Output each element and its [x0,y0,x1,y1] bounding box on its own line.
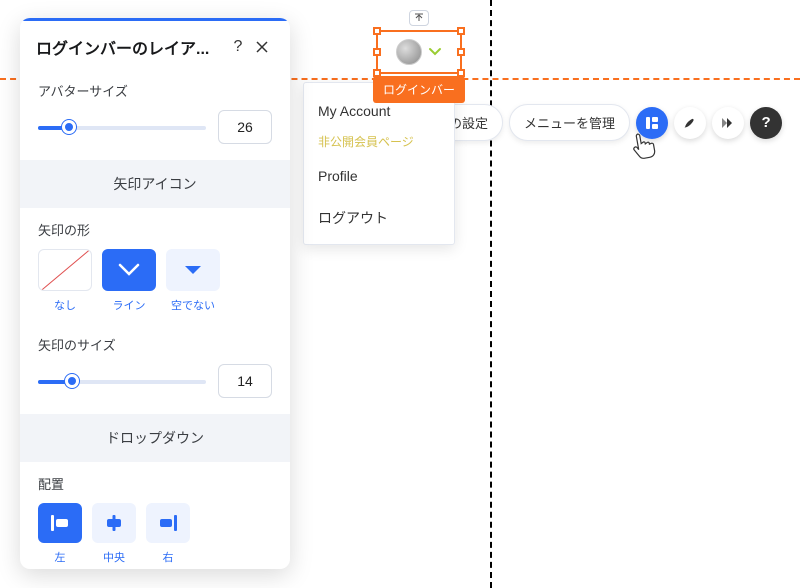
align-right[interactable]: 右 [146,503,190,565]
align-section: 配置 左 中央 右 [20,462,290,569]
arrow-size-label: 矢印のサイズ [38,335,272,354]
dropdown-item-profile[interactable]: Profile [304,156,454,196]
login-bar-element[interactable]: ログインバー [376,30,462,74]
dropdown-section-heading: ドロップダウン [20,414,290,462]
arrow-size-slider[interactable] [38,372,206,390]
align-label: 配置 [38,474,272,493]
align-left[interactable]: 左 [38,503,82,565]
chevron-down-icon [428,44,442,60]
resize-handle[interactable] [457,27,465,35]
login-dropdown-menu: My Account 非公開会員ページ Profile ログアウト [303,82,455,245]
manage-menu-button[interactable]: メニューを管理 [509,104,630,141]
resize-handle[interactable] [373,48,381,56]
login-bar-layout-panel: ログインバーのレイア... ? アバターサイズ 矢印アイコン 矢印の形 なし [20,18,290,569]
avatar-size-input[interactable] [218,110,272,144]
arrow-shape-fill[interactable]: 空でない [166,249,220,313]
resize-handle[interactable] [457,48,465,56]
design-button[interactable] [674,107,706,139]
arrow-size-section: 矢印のサイズ [20,317,290,402]
help-button[interactable]: ? [226,35,250,59]
arrow-section-heading: 矢印アイコン [20,160,290,208]
help-circle-button[interactable]: ? [750,107,782,139]
panel-title: ログインバーのレイア... [36,35,226,59]
arrow-size-input[interactable] [218,364,272,398]
align-center[interactable]: 中央 [92,503,136,565]
arrow-shape-none[interactable]: なし [38,249,92,313]
arrow-shape-label: 矢印の形 [38,220,272,239]
animation-button[interactable] [712,107,744,139]
avatar-icon [396,39,422,65]
avatar-size-slider[interactable] [38,118,206,136]
panel-header: ログインバーのレイア... ? [20,18,290,69]
resize-handle[interactable] [373,27,381,35]
dropdown-item-logout[interactable]: ログアウト [304,196,454,240]
avatar-size-label: アバターサイズ [38,81,272,100]
dropdown-private-note: 非公開会員ページ [304,131,454,156]
element-label-tooltip: ログインバー [373,76,465,103]
close-button[interactable] [250,35,274,59]
arrow-shape-section: 矢印の形 なし ライン 空でない [20,208,290,317]
anchor-top-icon[interactable] [409,10,429,26]
vertical-guideline [490,0,492,588]
arrow-shape-line[interactable]: ライン [102,249,156,313]
avatar-size-section: アバターサイズ [20,69,290,148]
